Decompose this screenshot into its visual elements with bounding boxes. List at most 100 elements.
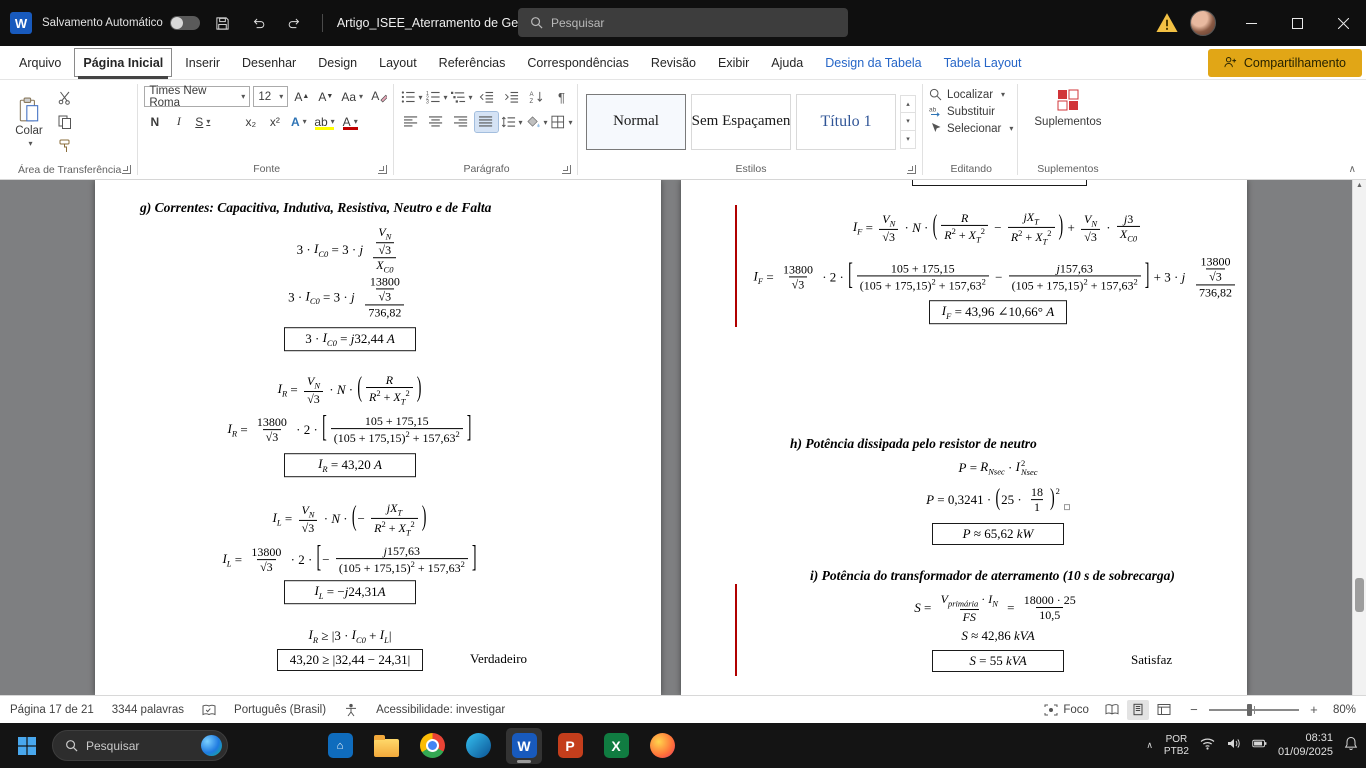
document-page-right[interactable]: IF = VN √3 · N · (R R2 + XT2 − jXT R2 + XT2…: [681, 180, 1247, 695]
styles-scroll-down[interactable]: ▾: [900, 112, 917, 131]
wifi-icon[interactable]: [1200, 737, 1215, 755]
maximize-button[interactable]: [1274, 0, 1320, 46]
subscript-button[interactable]: x₂: [240, 111, 261, 132]
line-spacing-button[interactable]: ▾: [500, 112, 523, 132]
zoom-in-button[interactable]: +: [1307, 702, 1321, 717]
search-highlight-icon[interactable]: [201, 735, 222, 756]
status-page-number[interactable]: Página 17 de 21: [10, 704, 94, 716]
excel-icon[interactable]: X: [598, 728, 634, 764]
ribbon-tab-ajuda[interactable]: Ajuda: [760, 46, 814, 79]
copy-button[interactable]: [54, 112, 76, 132]
justify-button[interactable]: [474, 111, 500, 133]
user-avatar[interactable]: [1190, 10, 1216, 36]
shading-button[interactable]: ▾: [525, 112, 548, 132]
underline-button[interactable]: S ▾: [192, 111, 213, 132]
firefox-icon[interactable]: [644, 728, 680, 764]
ribbon-tab-referências[interactable]: Referências: [428, 46, 517, 79]
taskbar-clock[interactable]: 08:31 01/09/2025: [1278, 732, 1333, 760]
styles-gallery-more[interactable]: ▾: [900, 130, 917, 149]
change-case-button[interactable]: Aa ▾: [339, 86, 365, 107]
paragraph-dialog-launcher[interactable]: [562, 165, 572, 174]
increase-indent-button[interactable]: [500, 87, 523, 107]
proofing-icon[interactable]: [202, 703, 216, 717]
format-painter-button[interactable]: [54, 136, 76, 156]
ribbon-tab-revisão[interactable]: Revisão: [640, 46, 707, 79]
ribbon-tab-correspondências[interactable]: Correspondências: [516, 46, 639, 79]
style-título-1[interactable]: Título 1: [796, 93, 897, 150]
find-button[interactable]: Localizar ▾: [929, 88, 1013, 101]
close-button[interactable]: [1320, 0, 1366, 46]
cut-button[interactable]: [54, 88, 76, 108]
clipboard-dialog-launcher[interactable]: [122, 165, 132, 174]
share-button[interactable]: Compartilhamento: [1207, 48, 1362, 77]
styles-scroll-up[interactable]: ▴: [900, 94, 917, 113]
web-layout-button[interactable]: [1153, 700, 1175, 720]
read-mode-button[interactable]: [1101, 700, 1123, 720]
save-icon[interactable]: [210, 10, 236, 36]
zoom-out-button[interactable]: −: [1187, 702, 1201, 717]
vertical-scrollbar[interactable]: ▲: [1352, 180, 1366, 695]
focus-mode-button[interactable]: Foco: [1044, 704, 1089, 716]
font-dialog-launcher[interactable]: [378, 165, 388, 174]
addins-button[interactable]: Suplementos: [1034, 88, 1102, 128]
word-app-icon[interactable]: W: [10, 12, 32, 34]
scroll-up-arrow[interactable]: ▲: [1353, 182, 1366, 189]
edge-icon[interactable]: [460, 728, 496, 764]
store-icon[interactable]: ⌂: [322, 728, 358, 764]
borders-button[interactable]: ▾: [550, 112, 573, 132]
shrink-font-button[interactable]: A ▼: [315, 86, 336, 107]
file-explorer-icon[interactable]: [368, 728, 404, 764]
ribbon-tab-página-inicial[interactable]: Página Inicial: [72, 46, 174, 79]
alerts-icon[interactable]: [1154, 10, 1180, 36]
multilevel-list-button[interactable]: ▾: [450, 87, 473, 107]
decrease-indent-button[interactable]: [475, 87, 498, 107]
zoom-slider[interactable]: [1208, 703, 1299, 716]
print-layout-button[interactable]: [1126, 699, 1149, 720]
status-accessibility[interactable]: Acessibilidade: investigar: [376, 704, 505, 716]
font-size-select[interactable]: 12 ▾: [253, 86, 289, 107]
strikethrough-button[interactable]: [216, 111, 237, 132]
grow-font-button[interactable]: A ▲: [291, 86, 312, 107]
word-taskbar-icon[interactable]: W: [506, 727, 542, 764]
scrollbar-thumb[interactable]: [1355, 578, 1364, 612]
volume-icon[interactable]: [1226, 737, 1241, 755]
ribbon-tab-desenhar[interactable]: Desenhar: [231, 46, 307, 79]
numbering-button[interactable]: 1 2 3 ▾: [425, 87, 448, 107]
ribbon-tab-design-da-tabela[interactable]: Design da Tabela: [814, 46, 932, 79]
align-left-button[interactable]: [400, 112, 423, 132]
font-name-select[interactable]: Times New Roma ▾: [144, 85, 251, 109]
ribbon-tab-inserir[interactable]: Inserir: [174, 46, 231, 79]
select-button[interactable]: Selecionar ▾: [929, 122, 1013, 135]
notifications-bell-icon[interactable]: [1344, 736, 1358, 756]
paste-button[interactable]: Colar ▾: [6, 84, 52, 160]
status-language[interactable]: Português (Brasil): [234, 704, 326, 716]
highlight-button[interactable]: ab ▾: [312, 111, 336, 132]
bullets-button[interactable]: ▾: [400, 87, 423, 107]
bold-button[interactable]: N: [144, 111, 165, 132]
replace-button[interactable]: ab Substituir: [929, 105, 1013, 118]
document-canvas[interactable]: 3 · IC0 = 3 · j VN √3 XC0 3 · IC0 = 3 · j 1…: [0, 180, 1366, 695]
input-language-indicator[interactable]: POR PTB2: [1164, 734, 1189, 757]
accessibility-icon[interactable]: [344, 703, 358, 717]
start-button[interactable]: [8, 727, 46, 765]
undo-icon[interactable]: [246, 10, 272, 36]
document-page-left[interactable]: 3 · IC0 = 3 · j VN √3 XC0 3 · IC0 = 3 · j 1…: [95, 180, 661, 695]
italic-button[interactable]: I: [168, 111, 189, 132]
text-effects-button[interactable]: A ▾: [288, 111, 309, 132]
sort-button[interactable]: AZ: [525, 87, 548, 107]
show-paragraph-marks-button[interactable]: ¶: [550, 87, 573, 107]
ribbon-tab-exibir[interactable]: Exibir: [707, 46, 760, 79]
superscript-button[interactable]: x²: [264, 111, 285, 132]
ribbon-tab-arquivo[interactable]: Arquivo: [8, 46, 72, 79]
font-color-button[interactable]: A ▾: [340, 111, 361, 132]
redo-icon[interactable]: [282, 10, 308, 36]
clear-formatting-button[interactable]: A: [368, 86, 389, 107]
minimize-button[interactable]: [1228, 0, 1274, 46]
battery-icon[interactable]: [1252, 737, 1267, 755]
collapse-ribbon-button[interactable]: ∧: [1349, 164, 1356, 175]
zoom-level[interactable]: 80%: [1333, 704, 1356, 716]
powerpoint-icon[interactable]: P: [552, 728, 588, 764]
status-word-count[interactable]: 3344 palavras: [112, 704, 184, 716]
align-right-button[interactable]: [450, 112, 473, 132]
taskbar-search-box[interactable]: Pesquisar: [52, 730, 228, 761]
